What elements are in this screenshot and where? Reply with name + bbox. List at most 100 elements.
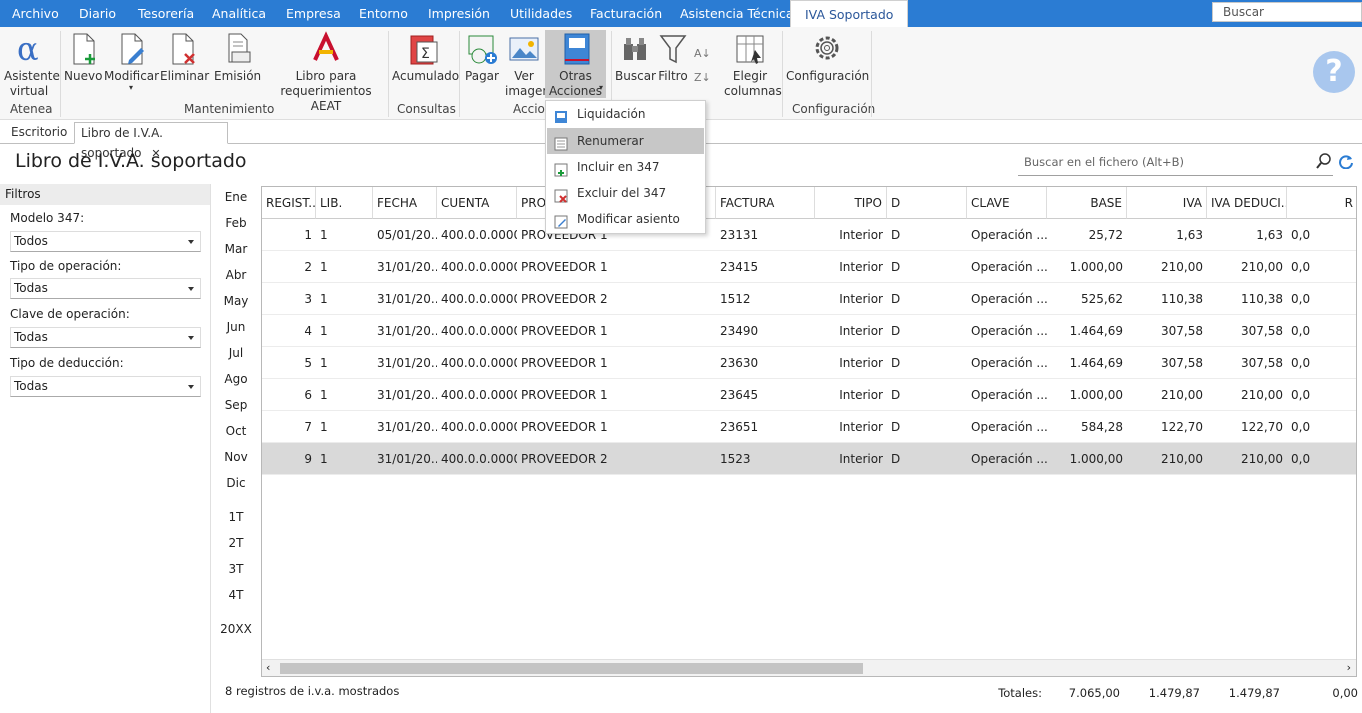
search-icon[interactable] <box>1316 153 1332 172</box>
menu-tab-tesoreria[interactable]: Tesorería <box>138 0 194 27</box>
table-row[interactable]: 71 31/01/20... 400.0.0.00001 PROVEEDOR 1 236… <box>262 411 1356 443</box>
period-sep[interactable]: Sep <box>218 398 254 412</box>
period-may[interactable]: May <box>218 294 254 308</box>
table-row[interactable]: 91 31/01/20... 400.0.0.00002 PROVEEDOR 2 152… <box>262 443 1356 475</box>
column-header[interactable]: FECHA <box>373 187 437 219</box>
refresh-icon[interactable] <box>1338 153 1354 172</box>
column-header[interactable]: CUENTA <box>437 187 517 219</box>
table-cell: D <box>891 452 901 466</box>
tab-libro-iva-soportado[interactable]: Libro de I.V.A. soportado ✕ <box>74 122 228 160</box>
nuevo-button[interactable]: Nuevo <box>64 30 102 84</box>
period-abr[interactable]: Abr <box>218 268 254 282</box>
menu-item-renumerar[interactable]: Renumerar <box>547 128 704 154</box>
elegir-columnas-button[interactable]: Elegir columnas <box>724 30 782 99</box>
column-header[interactable]: BASE <box>1047 187 1127 219</box>
period-year[interactable]: 20XX <box>218 622 254 636</box>
column-header[interactable]: IVA DEDUCI... <box>1207 187 1287 219</box>
libro-aeat-button[interactable]: Libro para requerimientos AEAT <box>270 30 382 114</box>
period-oct[interactable]: Oct <box>218 424 254 438</box>
period-mar[interactable]: Mar <box>218 242 254 256</box>
table-cell: 31/01/20... <box>377 388 437 402</box>
menu-tab-iva-soportado[interactable]: IVA Soportado <box>790 0 909 28</box>
column-header[interactable]: R <box>1287 187 1356 219</box>
table-cell: Interior <box>839 292 883 306</box>
period-jul[interactable]: Jul <box>218 346 254 360</box>
menu-tab-facturacion[interactable]: Facturación <box>590 0 662 27</box>
modificar-label: Modificar <box>104 69 160 83</box>
table-row[interactable]: 51 31/01/20... 400.0.0.00001 PROVEEDOR 1 236… <box>262 347 1356 379</box>
table-row[interactable]: 31 31/01/20... 400.0.0.00002 PROVEEDOR 2 151… <box>262 283 1356 315</box>
period-4t[interactable]: 4T <box>218 588 254 602</box>
column-header[interactable]: CLAVE <box>967 187 1047 219</box>
period-2t[interactable]: 2T <box>218 536 254 550</box>
menu-tab-utilidades[interactable]: Utilidades <box>510 0 572 27</box>
table-cell: 400.0.0.00001 <box>441 260 517 274</box>
pagar-button[interactable]: Pagar <box>463 30 501 84</box>
menu-item-label: Modificar asiento <box>577 212 680 226</box>
data-grid: REGIST... LIB. FECHA CUENTA PRO FACTURA TIPO D C… <box>261 186 1357 677</box>
menu-item-liquidacion[interactable]: Liquidación <box>547 101 704 127</box>
menu-tab-analitica[interactable]: Analítica <box>212 0 266 27</box>
period-nov[interactable]: Nov <box>218 450 254 464</box>
eliminar-button[interactable]: Eliminar <box>160 30 209 84</box>
period-jun[interactable]: Jun <box>218 320 254 334</box>
period-dic[interactable]: Dic <box>218 476 254 490</box>
emision-button[interactable]: Emisión <box>214 30 261 84</box>
clave-operacion-select[interactable]: Todas <box>10 327 201 348</box>
horizontal-scrollbar[interactable]: ‹ › <box>262 659 1356 676</box>
table-cell: 23630 <box>720 356 759 370</box>
modelo-347-select[interactable]: Todos <box>10 231 201 252</box>
table-row[interactable]: 21 31/01/20... 400.0.0.00001 PROVEEDOR 1 234… <box>262 251 1356 283</box>
menu-item-modificar-asiento[interactable]: Modificar asiento <box>547 206 704 232</box>
period-ago[interactable]: Ago <box>218 372 254 386</box>
menu-tab-impresion[interactable]: Impresión <box>428 0 490 27</box>
column-header[interactable]: IVA <box>1127 187 1207 219</box>
scroll-left-icon[interactable]: ‹ <box>266 661 270 674</box>
table-row[interactable]: 61 31/01/20... 400.0.0.00001 PROVEEDOR 1 236… <box>262 379 1356 411</box>
table-row[interactable]: 41 31/01/20... 400.0.0.00001 PROVEEDOR 1 234… <box>262 315 1356 347</box>
acumulado-button[interactable]: Σ Acumulado <box>392 30 459 84</box>
period-ene[interactable]: Ene <box>218 190 254 204</box>
column-header[interactable]: D <box>887 187 967 219</box>
menu-tab-empresa[interactable]: Empresa <box>286 0 341 27</box>
otras-acciones-button[interactable]: Otras Acciones ▾ <box>545 30 606 98</box>
menu-tab-asistencia[interactable]: Asistencia Técnica <box>680 0 794 27</box>
period-1t[interactable]: 1T <box>218 510 254 524</box>
column-header[interactable]: FACTURA <box>716 187 815 219</box>
table-cell: 31/01/20... <box>377 324 437 338</box>
print-document-icon <box>220 30 254 68</box>
menu-tab-diario[interactable]: Diario <box>79 0 116 27</box>
menu-item-excluir-347[interactable]: Excluir del 347 <box>547 180 704 206</box>
sort-descending-icon[interactable]: Z↓ <box>692 65 714 89</box>
configuracion-button[interactable]: Configuración <box>786 30 869 84</box>
file-search-input[interactable]: Buscar en el fichero (Alt+B) <box>1018 151 1333 176</box>
asistente-virtual-button[interactable]: α Asistente virtual <box>4 30 60 99</box>
top-search-input[interactable]: Buscar <box>1212 2 1362 22</box>
menu-tab-entorno[interactable]: Entorno <box>359 0 408 27</box>
tipo-deduccion-select[interactable]: Todas <box>10 376 201 397</box>
table-cell: 210,00 <box>1241 260 1283 274</box>
column-header[interactable]: LIB. <box>316 187 373 219</box>
scroll-right-icon[interactable]: › <box>1347 661 1351 674</box>
table-row[interactable]: 1105/01/20...400.0.0.00001PROVEEDOR 1231… <box>262 219 1356 251</box>
tipo-deduccion-label: Tipo de deducción: <box>10 356 124 370</box>
separator <box>459 31 460 117</box>
help-icon[interactable]: ? <box>1313 51 1355 93</box>
period-feb[interactable]: Feb <box>218 216 254 230</box>
totales-label: Totales: <box>998 686 1042 700</box>
period-3t[interactable]: 3T <box>218 562 254 576</box>
sort-ascending-icon[interactable]: A↓ <box>692 41 714 65</box>
scrollbar-thumb[interactable] <box>280 663 863 674</box>
ver-imagen-button[interactable]: Ver imagen <box>505 30 550 99</box>
tipo-operacion-select[interactable]: Todas <box>10 278 201 299</box>
menu-item-incluir-347[interactable]: Incluir en 347 <box>547 154 704 180</box>
column-header[interactable]: REGIST... <box>262 187 316 219</box>
svg-text:Z↓: Z↓ <box>694 71 711 84</box>
filtro-button[interactable]: Filtro <box>656 30 690 84</box>
table-cell: 31/01/20... <box>377 292 437 306</box>
menu-tab-archivo[interactable]: Archivo <box>12 0 59 27</box>
buscar-button[interactable]: Buscar <box>615 30 656 84</box>
modificar-button[interactable]: Modificar ▾ <box>104 30 160 92</box>
tab-escritorio[interactable]: Escritorio <box>5 122 73 144</box>
column-header[interactable]: TIPO <box>815 187 887 219</box>
